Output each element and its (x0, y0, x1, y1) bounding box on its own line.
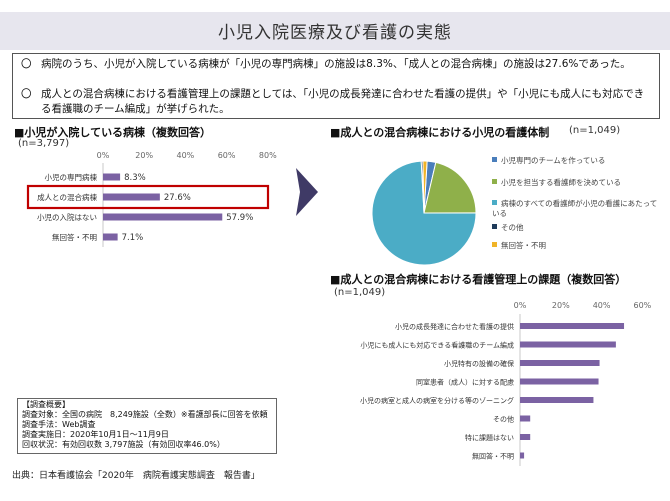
category-label: 無回答・不明 (472, 452, 514, 461)
legend-label: その他 (501, 223, 524, 232)
source-note: 出典：日本看護協会「2020年 病院看護実態調査 報告書」 (12, 471, 260, 481)
x-tick-label: 40% (593, 301, 611, 310)
chart2-pie-chart (371, 160, 477, 266)
category-label: 小児にも成人にも対応できる看護職のチーム編成 (360, 341, 514, 350)
survey-line: 回収状況：有効回収数 3,797施設（有効回収率46.0%） (22, 440, 225, 449)
bar (520, 397, 594, 403)
x-tick-label: 40% (177, 151, 195, 160)
legend-item: その他 (492, 223, 664, 233)
x-tick-label: 60% (634, 301, 652, 310)
survey-overview-box: 【調査概要】 調査対象：全国の病院 8,249施設（全数）※看護部長に回答を依頼… (17, 398, 277, 454)
category-label: その他 (493, 415, 514, 424)
x-tick-label: 20% (552, 301, 570, 310)
category-label: 同室患者（成人）に対する配慮 (416, 378, 514, 387)
survey-line: 【調査概要】 (22, 400, 70, 409)
legend-swatch (492, 224, 497, 229)
x-tick-label: 60% (218, 151, 236, 160)
bar (520, 378, 599, 385)
right-arrow-icon (296, 168, 318, 216)
legend-item: 小児を担当する看護師を決めている (492, 178, 664, 188)
value-label: 57.9% (226, 213, 253, 223)
category-label: 小児の病室と成人の病室を分ける等のゾーニング (360, 396, 514, 405)
x-tick-label: 20% (135, 151, 153, 160)
bar (520, 323, 625, 329)
category-label: 無回答・不明 (52, 232, 97, 242)
x-tick-label: 0% (97, 151, 110, 160)
legend-label: 小児専門のチームを作っている (501, 156, 606, 165)
category-label: 成人との混合病棟 (37, 192, 97, 202)
bar (103, 213, 223, 221)
category-label: 小児の専門病棟 (45, 172, 98, 182)
legend-swatch (492, 157, 497, 162)
category-label: 小児の入院はない (37, 212, 97, 222)
legend-item: 小児専門のチームを作っている (492, 156, 664, 166)
legend-label: 病棟のすべての看護師が小児の看護にあたっている (492, 199, 658, 218)
legend-label: 小児を担当する看護師を決めている (501, 178, 621, 187)
bar (520, 415, 531, 422)
bar (520, 434, 531, 440)
legend-label: 無回答・不明 (501, 241, 546, 250)
value-label: 8.3% (124, 173, 146, 183)
legend-swatch (492, 242, 497, 247)
survey-line: 調査対象：全国の病院 8,249施設（全数）※看護部長に回答を依頼 (22, 410, 268, 419)
category-label: 小児の成長発達に合わせた看護の提供 (395, 322, 514, 331)
legend-swatch (492, 179, 497, 184)
bar (520, 341, 616, 348)
bar (103, 233, 118, 241)
bar (520, 360, 600, 366)
bar (103, 193, 160, 201)
legend-item: 病棟のすべての看護師が小児の看護にあたっている (492, 199, 664, 219)
category-label: 特に課題はない (465, 433, 514, 442)
value-label: 27.6% (164, 193, 191, 203)
value-label: 7.1% (122, 233, 144, 243)
x-tick-label: 80% (259, 151, 277, 160)
bar (520, 452, 525, 459)
chart3-bar-chart: 0% 20% 40% 60% 小児の成長発達に合わせた看護の提供小児にも成人にも対応でき… (360, 301, 652, 466)
legend-item: 無回答・不明 (492, 241, 664, 251)
survey-line: 調査手法：Web調査 (22, 420, 96, 429)
bar (103, 173, 121, 181)
chart1-bar-chart: 0% 20% 40% 60% 80% 小児の専門病棟 8.3% 成人との混合病棟 27.6% 小児… (26, 151, 277, 247)
category-label: 小児特有の設備の確保 (444, 359, 514, 368)
survey-line: 調査実施日：2020年10月1日～11月9日 (22, 430, 169, 439)
x-tick-label: 0% (514, 301, 527, 310)
legend-swatch (492, 200, 497, 205)
